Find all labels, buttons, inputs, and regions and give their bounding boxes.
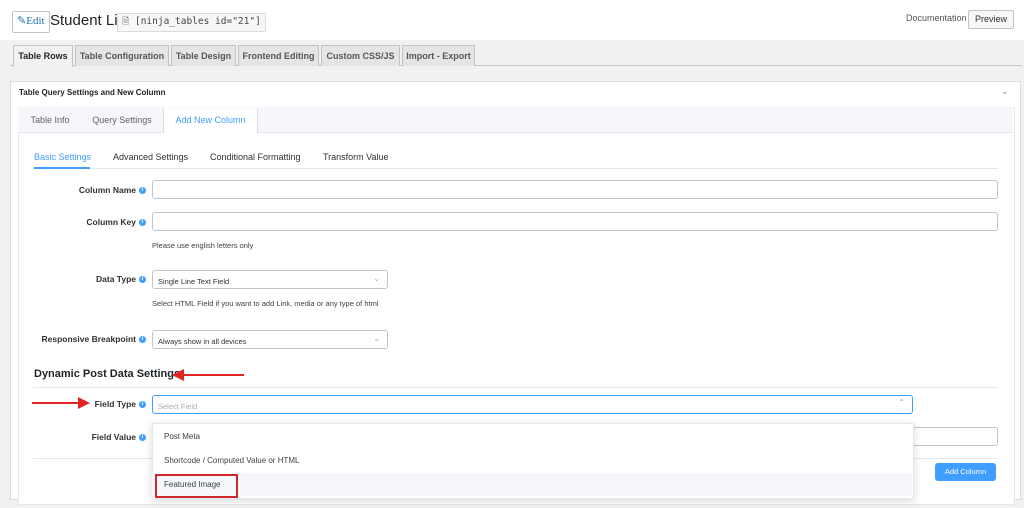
chevron-up-icon: ⌃ — [898, 398, 905, 407]
column-key-help: Please use english letters only — [152, 241, 254, 250]
shortcode-badge[interactable]: 🗎 [ninja_tables id="21"] — [117, 13, 266, 32]
info-circle-icon[interactable]: i — [139, 401, 146, 409]
chevron-down-icon: ⌄ — [373, 274, 380, 283]
data-type-help: Select HTML Field if you want to add Lin… — [152, 299, 379, 308]
data-type-label: Data Type i — [30, 274, 146, 284]
annotation-arrow-left — [172, 369, 244, 381]
info-circle-icon[interactable]: i — [139, 434, 146, 442]
add-column-button[interactable]: Add Column — [935, 463, 996, 481]
column-key-input[interactable] — [152, 212, 998, 231]
breakpoint-label: Responsive Breakpoint i — [30, 334, 146, 344]
dynamic-settings-heading: Dynamic Post Data Settings — [34, 368, 181, 380]
section-divider — [33, 387, 998, 388]
subtabs-divider — [33, 168, 998, 169]
chevron-down-icon[interactable]: ⌄ — [1001, 86, 1009, 97]
info-circle-icon[interactable]: i — [139, 276, 146, 284]
column-key-label: Column Key i — [30, 217, 146, 227]
subtab-basic-settings[interactable]: Basic Settings — [34, 152, 91, 162]
field-value-label: Field Value i — [30, 432, 146, 442]
tab-table-info[interactable]: Table Info — [19, 108, 81, 132]
tab-frontend-editing[interactable]: Frontend Editing — [238, 45, 319, 66]
dropdown-option-shortcode[interactable]: Shortcode / Computed Value or HTML — [152, 449, 912, 472]
field-type-select[interactable]: Select Field ⌃ — [152, 395, 913, 414]
breakpoint-select[interactable]: Always show in all devices ⌄ — [152, 330, 388, 349]
info-circle-icon[interactable]: i — [139, 187, 146, 195]
edit-button[interactable]: ✎Edit — [12, 11, 50, 33]
subtab-conditional-formatting[interactable]: Conditional Formatting — [210, 152, 301, 162]
active-subtab-indicator — [34, 167, 90, 169]
subtab-transform-value[interactable]: Transform Value — [323, 152, 389, 162]
dropdown-option-featured-image[interactable]: Featured Image — [152, 473, 912, 496]
tab-table-design[interactable]: Table Design — [171, 45, 236, 66]
documentation-link[interactable]: Documentation — [906, 13, 967, 23]
tab-table-configuration[interactable]: Table Configuration — [75, 45, 169, 66]
field-value-input[interactable] — [912, 427, 998, 446]
tab-custom-css-js[interactable]: Custom CSS/JS — [321, 45, 400, 66]
document-icon: 🗎 — [122, 17, 130, 27]
field-type-label: Field Type i — [30, 399, 146, 409]
column-name-label: Column Name i — [30, 185, 146, 195]
tab-query-settings[interactable]: Query Settings — [83, 108, 161, 132]
subtab-advanced-settings[interactable]: Advanced Settings — [113, 152, 188, 162]
info-circle-icon[interactable]: i — [139, 336, 146, 344]
column-name-input[interactable] — [152, 180, 998, 199]
panel-title: Table Query Settings and New Column — [19, 88, 166, 97]
tab-import-export[interactable]: Import - Export — [402, 45, 475, 66]
dropdown-option-post-meta[interactable]: Post Meta — [152, 425, 912, 448]
annotation-highlight-box — [155, 474, 238, 498]
chevron-down-icon: ⌄ — [373, 334, 380, 343]
info-circle-icon[interactable]: i — [139, 219, 146, 227]
tab-table-rows[interactable]: Table Rows — [13, 45, 73, 67]
preview-button[interactable]: Preview — [968, 10, 1014, 29]
pencil-icon: ✎ — [17, 15, 27, 27]
tab-add-new-column[interactable]: Add New Column — [163, 108, 258, 133]
data-type-select[interactable]: Single Line Text Field ⌄ — [152, 270, 388, 289]
